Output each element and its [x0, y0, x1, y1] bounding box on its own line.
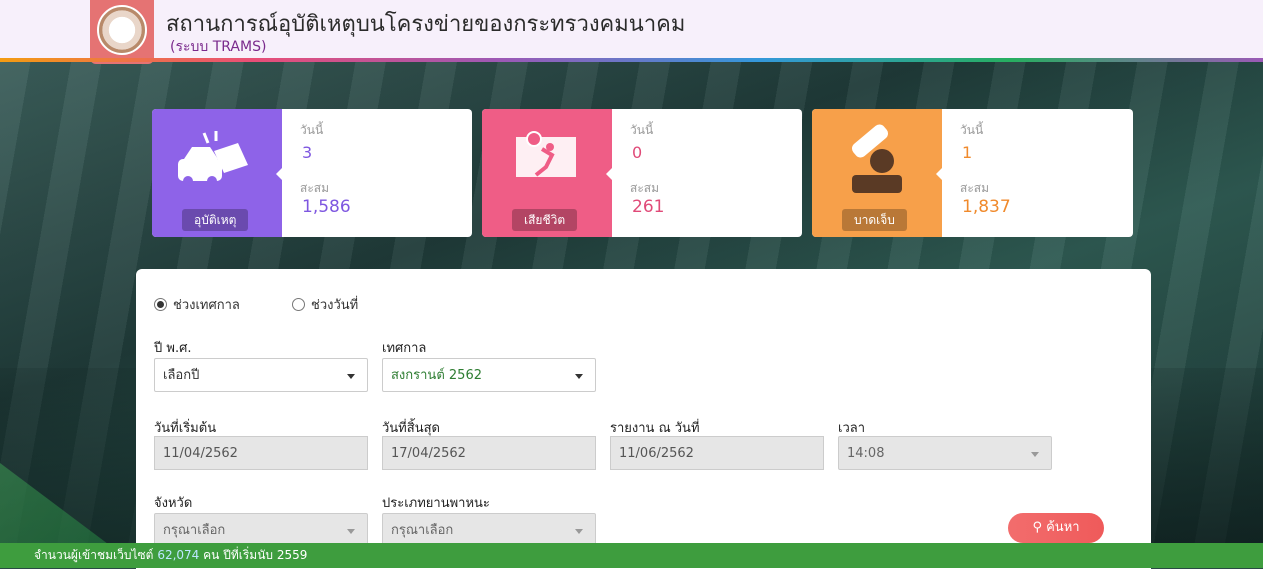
accident-label: อุบัติเหตุ [182, 209, 249, 231]
radio-date-dot[interactable] [292, 298, 305, 311]
injury-panel: บาดเจ็บ [812, 109, 942, 237]
total-label: สะสม [960, 181, 990, 195]
injury-icon [851, 124, 902, 193]
accident-total-value: 1,586 [302, 197, 351, 217]
end-date-field[interactable]: 17/04/2562 [382, 436, 596, 470]
year-select-value: เลือกปี [163, 368, 200, 383]
chevron-down-icon [575, 374, 583, 379]
injury-today-value: 1 [962, 143, 973, 162]
time-label: เวลา [838, 421, 866, 436]
start-date-field[interactable]: 11/04/2562 [154, 436, 368, 470]
search-button[interactable]: ⚲ ค้นหา [1008, 513, 1104, 543]
accident-panel: อุบัติเหตุ [152, 109, 282, 237]
start-date-label: วันที่เริ่มต้น [154, 421, 217, 436]
vehicle-type-select-value: กรุณาเลือก [391, 523, 454, 538]
province-label: จังหวัด [154, 496, 193, 511]
count-since: ปีที่เริ่มนับ 2559 [223, 548, 308, 562]
chevron-down-icon [575, 529, 583, 534]
total-label: สะสม [300, 181, 330, 195]
today-label: วันนี้ [630, 123, 654, 137]
year-select[interactable]: เลือกปี [154, 358, 368, 392]
total-label: สะสม [630, 181, 660, 195]
today-label: วันนี้ [960, 123, 984, 137]
chevron-down-icon [347, 374, 355, 379]
fatality-total-value: 261 [632, 197, 665, 217]
fatality-panel: เสียชีวิต [482, 109, 612, 237]
radio-festival[interactable]: ช่วงเทศกาล [154, 294, 240, 315]
accident-today-value: 3 [302, 143, 313, 162]
visitor-label: จำนวนผู้เข้าชมเว็บไซต์ [34, 548, 154, 562]
today-label: วันนี้ [300, 123, 324, 137]
header-bar: สถานการณ์อุบัติเหตุบนโครงข่ายของกระทรวงค… [0, 0, 1263, 64]
time-select[interactable]: 14:08 [838, 436, 1052, 470]
vehicle-type-select[interactable]: กรุณาเลือก [382, 513, 596, 547]
chevron-down-icon [1031, 452, 1039, 457]
province-select[interactable]: กรุณาเลือก [154, 513, 368, 547]
province-select-value: กรุณาเลือก [163, 523, 226, 538]
report-date-label: รายงาน ณ วันที่ [610, 421, 700, 436]
visitor-count: 62,074 [157, 548, 200, 562]
radio-date-range[interactable]: ช่วงวันที่ [292, 294, 358, 315]
report-date-field[interactable]: 11/06/2562 [610, 436, 824, 470]
year-label: ปี พ.ศ. [154, 341, 192, 356]
radio-date-label: ช่วงวันที่ [311, 298, 359, 313]
car-crash-icon [178, 131, 248, 186]
ministry-logo[interactable] [90, 0, 154, 64]
header-divider [0, 58, 1263, 62]
time-select-value: 14:08 [847, 446, 885, 461]
page-subtitle: (ระบบ TRAMS) [170, 39, 267, 55]
search-icon: ⚲ [1032, 520, 1042, 535]
fatality-icon [516, 131, 576, 177]
festival-select-value: สงกรานต์ 2562 [391, 368, 482, 383]
vehicle-type-label: ประเภทยานพาหนะ [382, 496, 490, 511]
accident-card: อุบัติเหตุ วันนี้ 3 สะสม 1,586 [152, 109, 472, 237]
radio-festival-dot[interactable] [154, 298, 167, 311]
injury-label: บาดเจ็บ [842, 209, 907, 231]
visitor-unit: คน [203, 548, 220, 562]
fatality-today-value: 0 [632, 143, 643, 162]
injury-total-value: 1,837 [962, 197, 1011, 217]
search-button-label: ค้นหา [1046, 520, 1080, 535]
festival-label: เทศกาล [382, 341, 427, 356]
fatality-label: เสียชีวิต [512, 209, 578, 231]
radio-festival-label: ช่วงเทศกาล [173, 298, 240, 313]
end-date-label: วันที่สิ้นสุด [382, 421, 440, 436]
injury-card: บาดเจ็บ วันนี้ 1 สะสม 1,837 [812, 109, 1133, 237]
festival-select[interactable]: สงกรานต์ 2562 [382, 358, 596, 392]
chevron-down-icon [347, 529, 355, 534]
search-form: ช่วงเทศกาล ช่วงวันที่ ปี พ.ศ. เลือกปี เท… [136, 269, 1151, 569]
fatality-card: เสียชีวิต วันนี้ 0 สะสม 261 [482, 109, 802, 237]
visitor-counter-bar: จำนวนผู้เข้าชมเว็บไซต์ 62,074 คน ปีที่เร… [0, 543, 1263, 568]
